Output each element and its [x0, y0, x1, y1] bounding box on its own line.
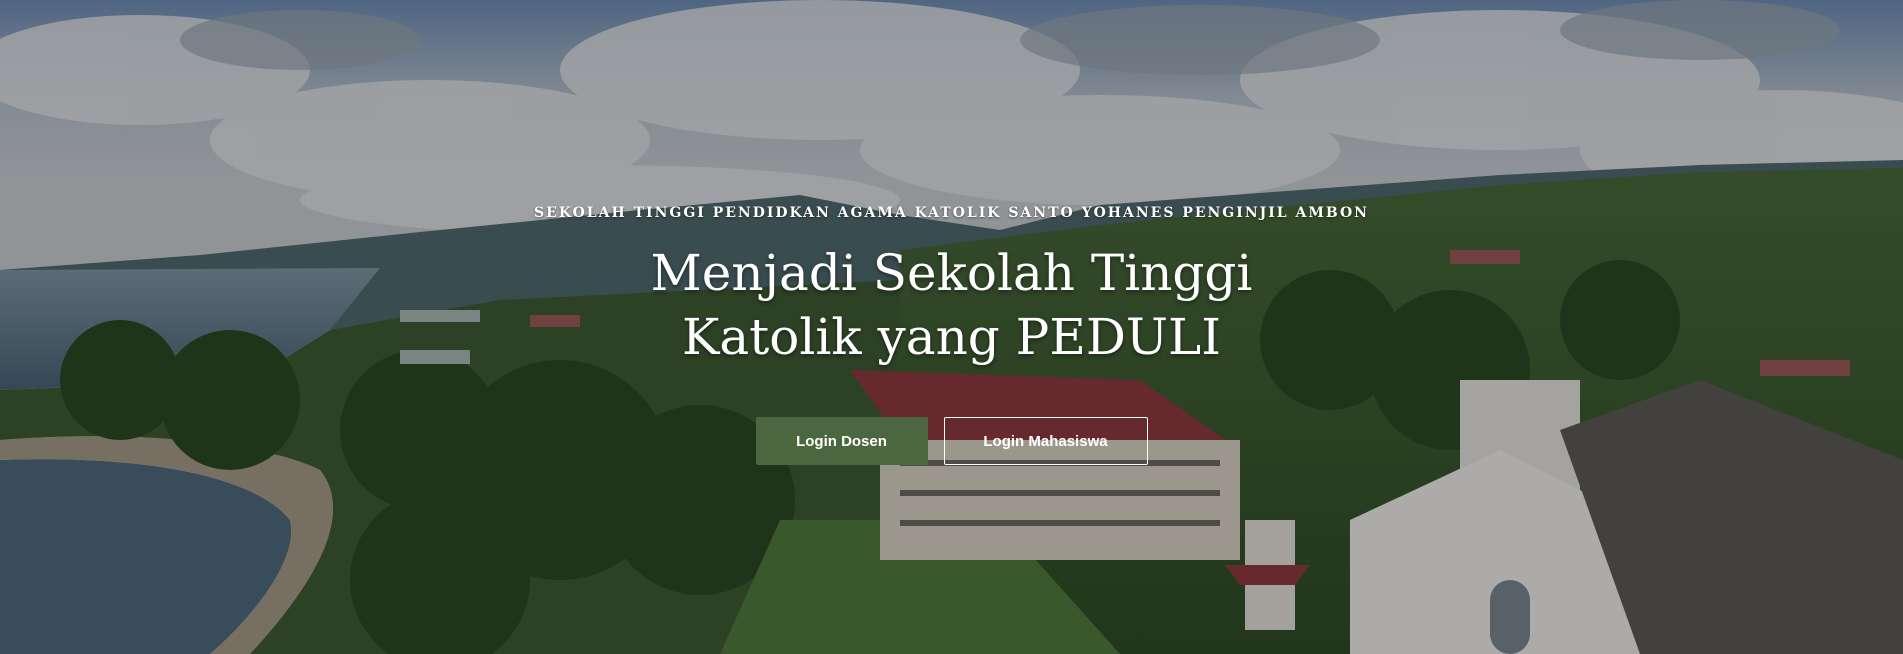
- login-mahasiswa-button[interactable]: Login Mahasiswa: [943, 417, 1148, 465]
- hero-section: SEKOLAH TINGGI PENDIDKAN AGAMA KATOLIK S…: [0, 0, 1903, 654]
- institution-name: SEKOLAH TINGGI PENDIDKAN AGAMA KATOLIK S…: [534, 205, 1369, 221]
- login-actions: Login Dosen Login Mahasiswa: [0, 417, 1903, 465]
- hero-content: SEKOLAH TINGGI PENDIDKAN AGAMA KATOLIK S…: [0, 205, 1903, 465]
- login-dosen-button[interactable]: Login Dosen: [755, 417, 928, 465]
- hero-headline: Menjadi Sekolah Tinggi Katolik yang PEDU…: [650, 244, 1253, 366]
